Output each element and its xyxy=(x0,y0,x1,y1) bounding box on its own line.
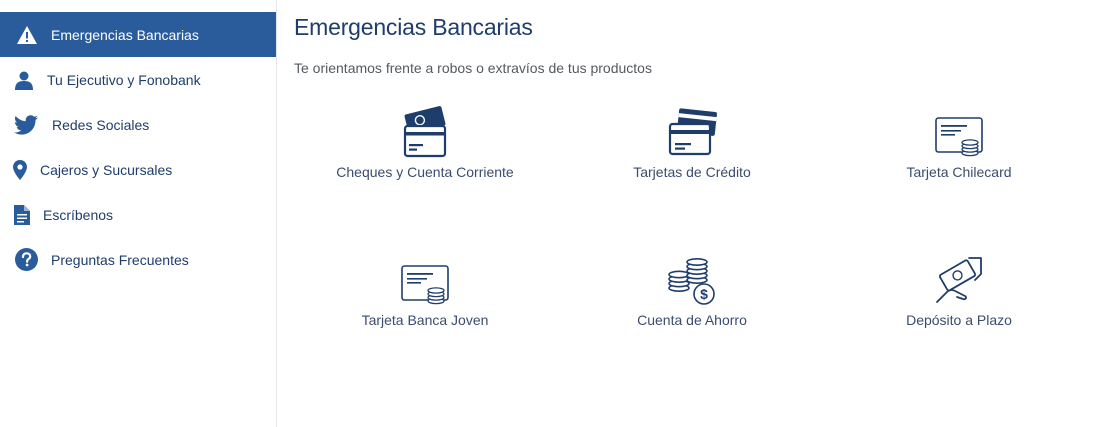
hand-money-icon xyxy=(936,257,982,303)
page-subtitle: Te orientamos frente a robos o extravíos… xyxy=(294,60,652,76)
location-pin-icon xyxy=(13,159,27,180)
product-cuenta-de-ahorro[interactable]: $ Cuenta de Ahorro xyxy=(582,254,802,328)
product-tarjeta-chilecard[interactable]: Tarjeta Chilecard xyxy=(849,106,1069,180)
credit-cards-icon xyxy=(668,108,717,156)
product-label: Cuenta de Ahorro xyxy=(637,312,747,328)
sidebar-item-cajeros-sucursales[interactable]: Cajeros y Sucursales xyxy=(0,147,276,192)
cheque-cards-icon xyxy=(403,106,447,158)
coins-stack-icon: $ xyxy=(668,258,715,305)
sidebar-item-preguntas-frecuentes[interactable]: Preguntas Frecuentes xyxy=(0,237,276,282)
twitter-icon xyxy=(13,114,39,135)
sidebar-item-label: Tu Ejecutivo y Fonobank xyxy=(47,71,201,88)
sidebar-item-label: Preguntas Frecuentes xyxy=(51,251,189,268)
product-label: Tarjeta Chilecard xyxy=(906,164,1012,180)
svg-text:$: $ xyxy=(700,286,708,302)
product-tarjeta-banca-joven[interactable]: Tarjeta Banca Joven xyxy=(315,254,535,328)
sidebar-item-label: Cajeros y Sucursales xyxy=(40,161,173,178)
document-icon xyxy=(14,204,30,225)
person-icon xyxy=(14,70,34,90)
page-title: Emergencias Bancarias xyxy=(294,14,533,40)
product-label: Depósito a Plazo xyxy=(906,312,1012,328)
product-label: Cheques y Cuenta Corriente xyxy=(336,164,514,180)
sidebar-item-label: Redes Sociales xyxy=(52,116,150,133)
sidebar: Emergencias Bancarias Tu Ejecutivo y Fon… xyxy=(0,0,277,427)
sidebar-item-tu-ejecutivo[interactable]: Tu Ejecutivo y Fonobank xyxy=(0,57,276,102)
product-cheques-cuenta-corriente[interactable]: Cheques y Cuenta Corriente xyxy=(315,106,535,180)
product-label: Tarjetas de Crédito xyxy=(633,164,751,180)
sidebar-item-emergencias-bancarias[interactable]: Emergencias Bancarias xyxy=(0,12,276,57)
card-coins-icon xyxy=(935,117,983,157)
main-content: Emergencias Bancarias Te orientamos fren… xyxy=(294,0,1120,427)
warning-icon xyxy=(15,25,39,45)
product-tarjetas-de-credito[interactable]: Tarjetas de Crédito xyxy=(582,106,802,180)
card-coins-icon xyxy=(401,265,449,305)
sidebar-item-redes-sociales[interactable]: Redes Sociales xyxy=(0,102,276,147)
sidebar-item-label: Emergencias Bancarias xyxy=(51,26,199,43)
product-label: Tarjeta Banca Joven xyxy=(361,312,489,328)
sidebar-item-label: Escríbenos xyxy=(43,206,114,223)
product-deposito-a-plazo[interactable]: Depósito a Plazo xyxy=(849,254,1069,328)
sidebar-item-escribenos[interactable]: Escríbenos xyxy=(0,192,276,237)
help-circle-icon xyxy=(14,248,38,271)
